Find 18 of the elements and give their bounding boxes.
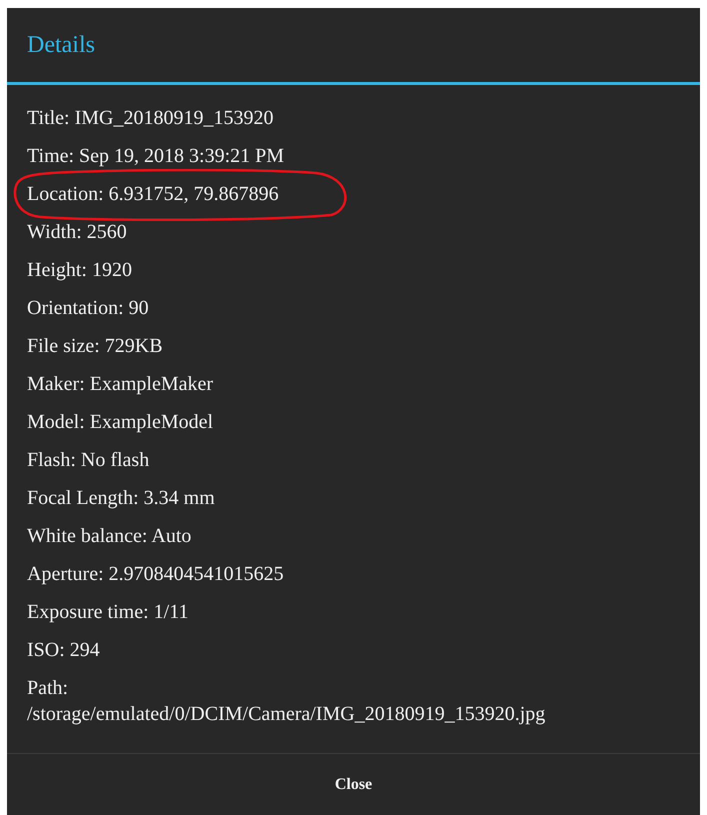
detail-text: Model: ExampleModel (27, 411, 214, 433)
detail-text: ISO: 294 (27, 639, 100, 661)
detail-text: Width: 2560 (27, 221, 127, 243)
detail-text: Height: 1920 (27, 259, 132, 281)
detail-text: Orientation: 90 (27, 297, 149, 319)
close-button[interactable]: Close (7, 754, 700, 815)
detail-text: Flash: No flash (27, 449, 150, 471)
detail-text: Location: 6.931752, 79.867896 (27, 183, 279, 205)
detail-text: Path: /storage/emulated/0/DCIM/Camera/IMG_20180919_153920.jpg (27, 676, 546, 727)
detail-text: File size: 729KB (27, 335, 163, 357)
dialog-title: Details (27, 31, 95, 60)
detail-text: Focal Length: 3.34 mm (27, 487, 215, 509)
detail-text: Time: Sep 19, 2018 3:39:21 PM (27, 145, 284, 167)
detail-text: Aperture: 2.9708404541015625 (27, 563, 284, 585)
detail-text: Maker: ExampleMaker (27, 373, 214, 395)
detail-text: Exposure time: 1/11 (27, 601, 188, 623)
detail-text: White balance: Auto (27, 525, 192, 547)
detail-text: Title: IMG_20180919_153920 (27, 107, 274, 129)
